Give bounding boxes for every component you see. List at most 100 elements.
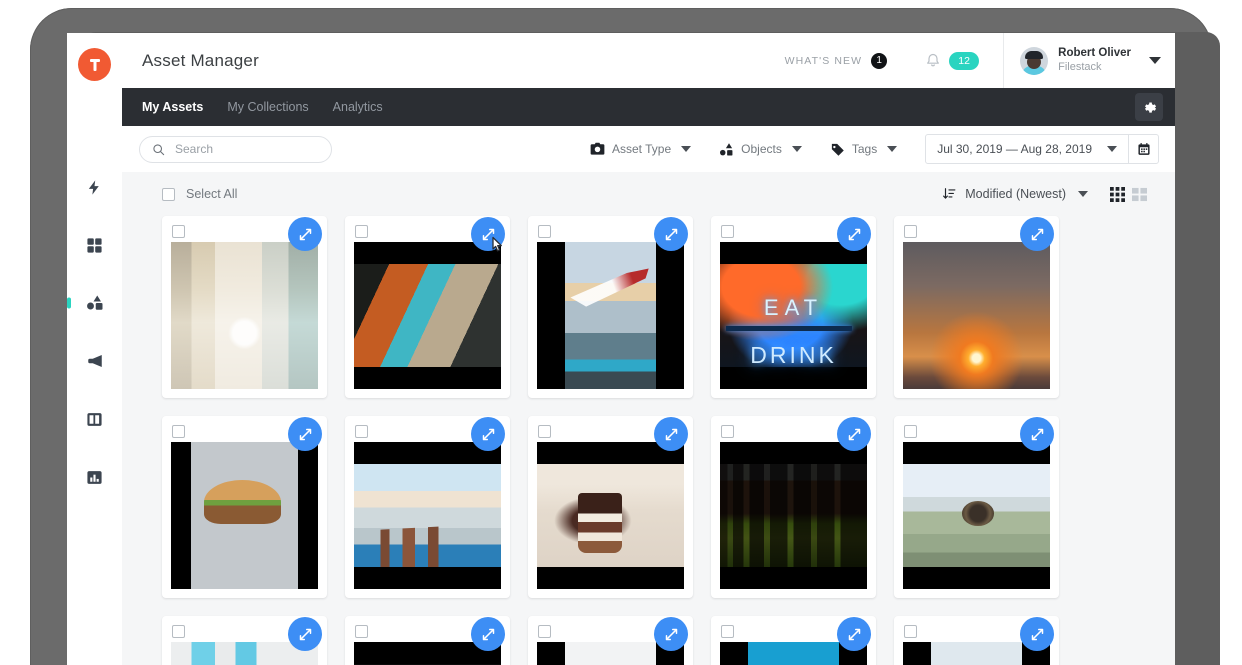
app-logo[interactable] (78, 48, 111, 81)
asset-card[interactable]: DRINK (711, 216, 876, 398)
filter-tags[interactable]: Tags (830, 142, 898, 157)
expand-asset-button[interactable] (837, 617, 871, 651)
asset-card[interactable] (345, 616, 510, 665)
screenshot-root: Asset Manager WHAT'S NEW 1 12 Robert Oli… (0, 0, 1242, 665)
user-menu[interactable]: Robert Oliver Filestack (1003, 33, 1175, 88)
search-input[interactable] (173, 141, 317, 157)
asset-card[interactable] (894, 416, 1059, 598)
asset-card[interactable] (528, 216, 693, 398)
asset-checkbox[interactable] (538, 225, 551, 238)
asset-image-canyon-car-window (354, 264, 501, 367)
main-nav: My Assets My Collections Analytics (122, 88, 1175, 126)
expand-asset-button[interactable] (1020, 217, 1054, 251)
asset-thumbnail[interactable] (171, 442, 318, 589)
expand-asset-button[interactable] (1020, 617, 1054, 651)
calendar-button[interactable] (1128, 135, 1158, 163)
asset-card[interactable] (162, 216, 327, 398)
asset-thumbnail[interactable] (537, 442, 684, 589)
view-small-grid-button[interactable] (1110, 186, 1125, 202)
expand-asset-button[interactable] (654, 617, 688, 651)
asset-thumbnail[interactable] (903, 442, 1050, 589)
asset-card[interactable] (162, 416, 327, 598)
select-all-control[interactable]: Select All (162, 187, 237, 201)
filter-objects-label: Objects (741, 142, 782, 156)
asset-thumbnail[interactable]: DRINK (720, 242, 867, 389)
expand-asset-button[interactable] (471, 617, 505, 651)
select-all-checkbox[interactable] (162, 187, 175, 201)
asset-checkbox[interactable] (538, 425, 551, 438)
expand-asset-button[interactable] (288, 217, 322, 251)
asset-card[interactable] (528, 416, 693, 598)
date-range-control: Jul 30, 2019 — Aug 28, 2019 (925, 134, 1159, 164)
asset-card[interactable] (894, 216, 1059, 398)
sidebar-item-automations[interactable] (67, 158, 122, 216)
tab-analytics[interactable]: Analytics (333, 100, 383, 114)
settings-button[interactable] (1135, 93, 1163, 121)
chevron-down-icon (1149, 57, 1161, 64)
expand-asset-button[interactable] (288, 617, 322, 651)
search-icon (153, 143, 165, 155)
page-title: Asset Manager (142, 50, 259, 70)
asset-checkbox[interactable] (904, 425, 917, 438)
expand-asset-button[interactable] (471, 417, 505, 451)
sidebar-item-assets[interactable] (67, 274, 122, 332)
expand-asset-button[interactable] (654, 217, 688, 251)
asset-thumbnail[interactable] (720, 442, 867, 589)
chevron-down-icon (887, 146, 898, 152)
sidebar-item-reports[interactable] (67, 448, 122, 506)
asset-checkbox[interactable] (172, 225, 185, 238)
tab-my-assets[interactable]: My Assets (142, 100, 203, 114)
search-box[interactable] (139, 135, 332, 163)
asset-image-berry-parfait (537, 464, 684, 567)
expand-asset-button[interactable] (471, 217, 505, 251)
expand-asset-button[interactable] (654, 417, 688, 451)
asset-checkbox[interactable] (355, 425, 368, 438)
asset-checkbox[interactable] (172, 625, 185, 638)
sidebar-item-campaigns[interactable] (67, 332, 122, 390)
expand-arrows-icon (299, 628, 311, 640)
asset-thumbnail[interactable] (903, 242, 1050, 389)
asset-checkbox[interactable] (355, 225, 368, 238)
filter-asset-type[interactable]: Asset Type (590, 142, 692, 156)
asset-image-eat-drink-neon-sign: DRINK (720, 264, 867, 368)
sort-control[interactable]: Modified (Newest) (942, 187, 1088, 201)
grid-small-icon (1110, 186, 1125, 202)
filter-objects[interactable]: Objects (719, 142, 802, 157)
asset-card[interactable] (711, 416, 876, 598)
list-toolbar-right: Modified (Newest) (942, 186, 1147, 202)
notifications-button[interactable]: 12 (925, 51, 980, 70)
app-window: Asset Manager WHAT'S NEW 1 12 Robert Oli… (67, 33, 1175, 665)
expand-asset-button[interactable] (837, 217, 871, 251)
sidebar (67, 33, 123, 665)
asset-card[interactable] (345, 416, 510, 598)
whats-new-button[interactable]: WHAT'S NEW 1 (785, 52, 888, 69)
asset-checkbox[interactable] (538, 625, 551, 638)
sidebar-item-dashboard[interactable] (67, 216, 122, 274)
expand-asset-button[interactable] (837, 417, 871, 451)
asset-thumbnail[interactable] (354, 442, 501, 589)
asset-card[interactable] (894, 616, 1059, 665)
asset-card[interactable] (528, 616, 693, 665)
date-range-button[interactable]: Jul 30, 2019 — Aug 28, 2019 (926, 135, 1128, 163)
asset-checkbox[interactable] (904, 625, 917, 638)
view-large-grid-button[interactable] (1132, 187, 1147, 202)
asset-thumbnail[interactable] (171, 242, 318, 389)
asset-thumbnail[interactable] (537, 242, 684, 389)
asset-checkbox[interactable] (904, 225, 917, 238)
expand-asset-button[interactable] (288, 417, 322, 451)
asset-checkbox[interactable] (721, 425, 734, 438)
asset-thumbnail[interactable] (354, 242, 501, 389)
asset-checkbox[interactable] (172, 425, 185, 438)
asset-card[interactable] (711, 616, 876, 665)
asset-checkbox[interactable] (721, 225, 734, 238)
asset-checkbox[interactable] (721, 625, 734, 638)
asset-image-blue-sky-clouds (748, 642, 839, 665)
sidebar-item-layouts[interactable] (67, 390, 122, 448)
asset-checkbox[interactable] (355, 625, 368, 638)
expand-asset-button[interactable] (1020, 417, 1054, 451)
tab-my-collections[interactable]: My Collections (227, 100, 308, 114)
calendar-icon (1137, 143, 1150, 155)
asset-card[interactable] (162, 616, 327, 665)
expand-arrows-icon (299, 228, 311, 240)
asset-card[interactable] (345, 216, 510, 398)
